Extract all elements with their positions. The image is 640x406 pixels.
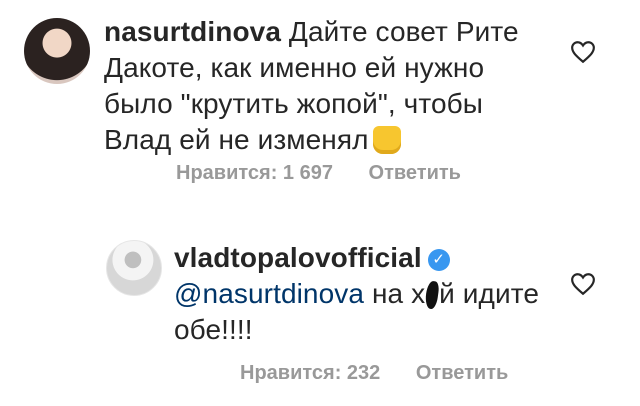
comment-body: vladtopalovofficial ✓ @nasurtdinova на хй… (174, 240, 564, 348)
comment-2: vladtopalovofficial ✓ @nasurtdinova на хй… (0, 228, 640, 406)
heart-icon[interactable] (570, 272, 596, 296)
comment-body: nasurtdinova Дайте совет Рите Дакоте, ка… (104, 14, 544, 158)
mention-link[interactable]: @nasurtdinova (174, 278, 364, 309)
username[interactable]: vladtopalovofficial (174, 242, 422, 273)
redaction-mark (424, 280, 441, 310)
reply-button[interactable]: Ответить (369, 162, 461, 184)
heart-icon[interactable] (570, 40, 596, 64)
verified-badge-icon: ✓ (427, 249, 450, 271)
likes-count[interactable]: Нравится: 232 (240, 362, 380, 384)
avatar[interactable] (24, 18, 90, 84)
avatar[interactable] (106, 240, 162, 296)
username[interactable]: nasurtdinova (104, 16, 281, 47)
comment-actions: Нравится: 232 Ответить (240, 362, 538, 385)
reply-button[interactable]: Ответить (416, 362, 508, 384)
likes-count[interactable]: Нравится: 1 697 (176, 162, 333, 184)
comment-1: nasurtdinova Дайте совет Рите Дакоте, ка… (0, 0, 640, 200)
comment-actions: Нравится: 1 697 Ответить (176, 162, 491, 185)
comment-text-start: на х (371, 278, 426, 309)
raised-fist-icon (372, 126, 401, 154)
